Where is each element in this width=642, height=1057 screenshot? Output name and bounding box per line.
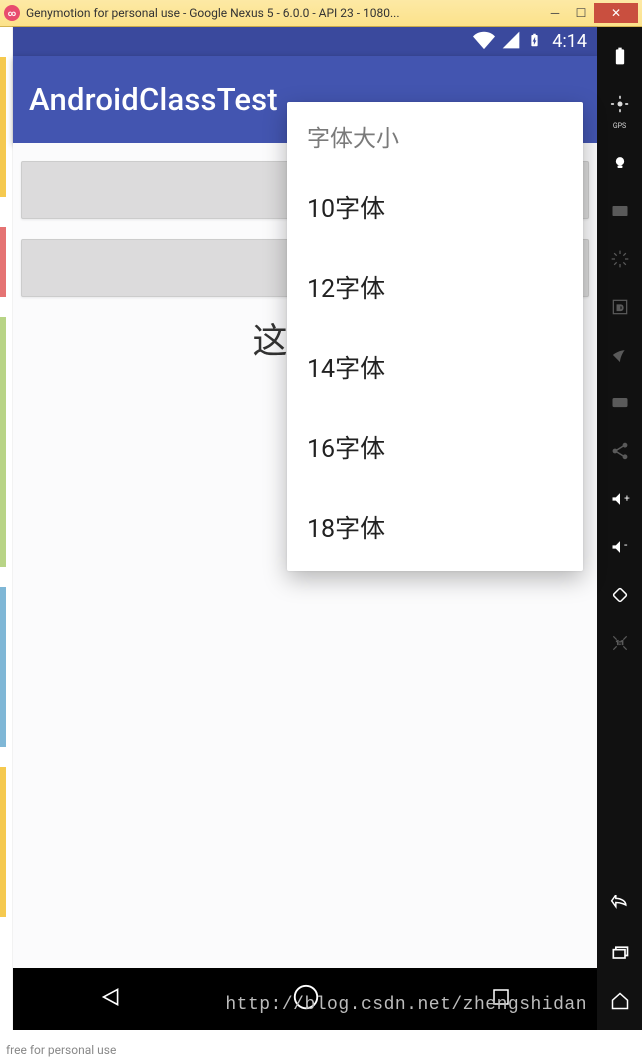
svg-text:1:1: 1:1 xyxy=(616,641,624,647)
rotate-button[interactable] xyxy=(605,580,635,610)
signal-icon xyxy=(501,30,521,54)
camera-icon[interactable] xyxy=(605,148,635,178)
battery-charging-icon xyxy=(527,29,542,55)
popup-item-10[interactable]: 10字体 xyxy=(287,167,583,247)
status-time: 4:14 xyxy=(552,31,587,52)
identifier-icon[interactable]: ID xyxy=(605,292,635,322)
font-size-popup: 字体大小 10字体 12字体 14字体 16字体 18字体 xyxy=(287,102,583,571)
popup-item-14[interactable]: 14字体 xyxy=(287,327,583,407)
svg-text:ID: ID xyxy=(616,303,623,312)
svg-text:-: - xyxy=(624,538,627,552)
watermark-text: http://blog.csdn.net/zhengshidan xyxy=(225,995,587,1015)
window-titlebar: ∞ Genymotion for personal use - Google N… xyxy=(0,0,642,27)
nav-home-button[interactable] xyxy=(605,986,635,1016)
pixel-perfect-icon[interactable]: 1:1 xyxy=(605,628,635,658)
app-title: AndroidClassTest xyxy=(29,81,278,118)
network-icon[interactable] xyxy=(605,340,635,370)
share-icon[interactable] xyxy=(605,436,635,466)
popup-title: 字体大小 xyxy=(287,102,583,167)
device-bottom: free for personal use xyxy=(0,1030,642,1057)
nav-recents-button[interactable] xyxy=(605,938,635,968)
popup-item-12[interactable]: 12字体 xyxy=(287,247,583,327)
android-status-bar: 4:14 xyxy=(13,27,597,56)
gps-icon[interactable] xyxy=(605,89,635,119)
battery-icon[interactable] xyxy=(605,41,635,71)
genymotion-icon: ∞ xyxy=(4,5,20,21)
device-side-left xyxy=(0,27,13,1030)
window-title: Genymotion for personal use - Google Nex… xyxy=(26,6,542,20)
sms-icon[interactable] xyxy=(605,388,635,418)
free-use-text: free for personal use xyxy=(6,1043,116,1057)
emulator-sidebar: GPS ID + - 1:1 xyxy=(597,27,642,1030)
gps-label: GPS xyxy=(613,123,626,130)
wifi-icon xyxy=(473,29,495,55)
svg-text:+: + xyxy=(624,494,630,505)
popup-item-18[interactable]: 18字体 xyxy=(287,487,583,567)
remote-icon[interactable] xyxy=(605,244,635,274)
popup-item-16[interactable]: 16字体 xyxy=(287,407,583,487)
close-button[interactable]: ✕ xyxy=(594,3,638,23)
maximize-button[interactable]: ☐ xyxy=(568,3,594,23)
capture-icon[interactable] xyxy=(605,196,635,226)
minimize-button[interactable]: ─ xyxy=(542,3,568,23)
volume-down-button[interactable]: - xyxy=(605,532,635,562)
nav-back-button[interactable] xyxy=(605,890,635,920)
volume-up-button[interactable]: + xyxy=(605,484,635,514)
back-button[interactable] xyxy=(97,984,123,1014)
